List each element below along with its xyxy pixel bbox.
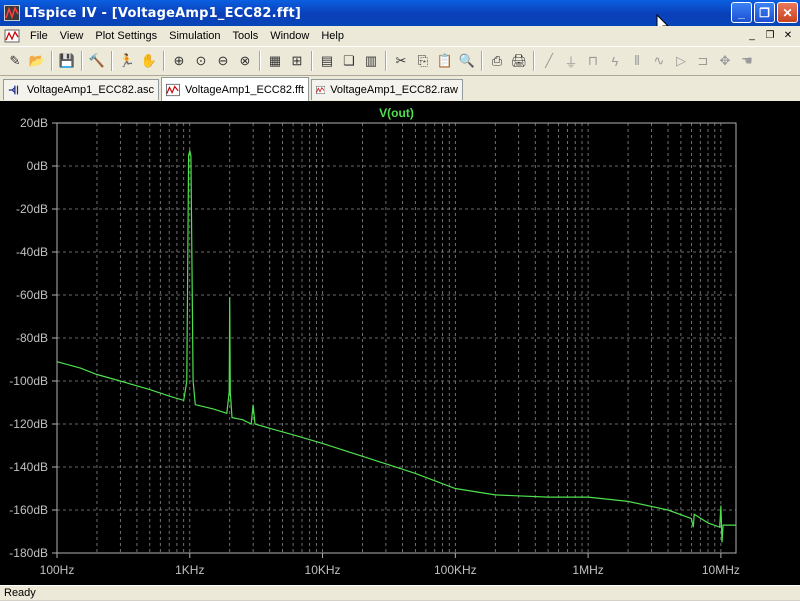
resistor-icon[interactable]: ϟ bbox=[604, 50, 626, 72]
print-icon[interactable]: 🖨 bbox=[508, 50, 530, 72]
halt-icon[interactable]: ✋ bbox=[138, 50, 160, 72]
zoom-cancel-icon[interactable]: ⊗ bbox=[234, 50, 256, 72]
trace-label-v-out[interactable]: V(out) bbox=[379, 106, 414, 120]
tab-label: VoltageAmp1_ECC82.fft bbox=[184, 83, 304, 96]
x-tick-label: 100Hz bbox=[40, 563, 75, 577]
y-tick-label: -80dB bbox=[16, 331, 48, 345]
save-icon[interactable]: 💾 bbox=[56, 50, 78, 72]
tab-fft[interactable]: VoltageAmp1_ECC82.fft bbox=[161, 77, 309, 101]
y-tick-label: -20dB bbox=[16, 202, 48, 216]
status-bar: Ready bbox=[0, 585, 800, 600]
y-tick-label: -160dB bbox=[9, 503, 48, 517]
menu-bar: File View Plot Settings Simulation Tools… bbox=[0, 26, 800, 46]
menu-help[interactable]: Help bbox=[315, 30, 350, 42]
menu-tools[interactable]: Tools bbox=[227, 30, 265, 42]
toolbar-separator bbox=[111, 51, 113, 71]
component-icon[interactable]: ⊐ bbox=[692, 50, 714, 72]
y-tick-label: 0dB bbox=[27, 159, 48, 173]
y-tick-label: -140dB bbox=[9, 460, 48, 474]
toolbar-separator bbox=[385, 51, 387, 71]
move-icon[interactable]: ✥ bbox=[714, 50, 736, 72]
toolbar-separator bbox=[51, 51, 53, 71]
y-tick-label: 20dB bbox=[20, 116, 48, 130]
tab-label: VoltageAmp1_ECC82.asc bbox=[26, 84, 154, 96]
toolbar-separator bbox=[533, 51, 535, 71]
y-tick-label: -180dB bbox=[9, 546, 48, 560]
toolbar-separator bbox=[81, 51, 83, 71]
window-title: LTspice IV - [VoltageAmp1_ECC82.fft] bbox=[24, 5, 302, 21]
ltspice-app-icon[interactable] bbox=[4, 5, 20, 21]
diode-icon[interactable]: ▷ bbox=[670, 50, 692, 72]
mdi-restore-button[interactable]: ❐ bbox=[762, 28, 778, 42]
waveform-plot-pane[interactable]: 20dB 0dB -20dB -40dB -60dB -80dB -100dB -120dB -… bbox=[0, 101, 800, 585]
find-icon[interactable]: 🔍 bbox=[456, 50, 478, 72]
mdi-minimize-button[interactable]: _ bbox=[744, 28, 760, 42]
menu-file[interactable]: File bbox=[24, 30, 54, 42]
trace-v-out bbox=[56, 148, 736, 543]
toolbar: ✎ 📂 💾 🔨 🏃 ✋ ⊕ ⊙ ⊖ ⊗ ▦ ⊞ ▤ ❏ ▥ ✂ ⎘ 📋 🔍 ⎙ … bbox=[0, 46, 800, 76]
tab-schematic[interactable]: VoltageAmp1_ECC82.asc bbox=[3, 79, 159, 100]
control-panel-icon[interactable]: 🔨 bbox=[86, 50, 108, 72]
fft-plot[interactable]: 20dB 0dB -20dB -40dB -60dB -80dB -100dB -120dB -… bbox=[0, 101, 800, 585]
maximize-button[interactable]: ❐ bbox=[754, 2, 775, 23]
run-icon[interactable]: 🏃 bbox=[116, 50, 138, 72]
zoom-out-icon[interactable]: ⊖ bbox=[212, 50, 234, 72]
y-tick-label: -100dB bbox=[9, 374, 48, 388]
title-bar: LTspice IV - [VoltageAmp1_ECC82.fft] _ ❐… bbox=[0, 0, 800, 26]
x-tick-label: 1KHz bbox=[175, 563, 204, 577]
schematic-icon bbox=[8, 85, 19, 95]
minimize-button[interactable]: _ bbox=[731, 2, 752, 23]
menu-simulation[interactable]: Simulation bbox=[163, 30, 226, 42]
tab-raw[interactable]: VoltageAmp1_ECC82.raw bbox=[311, 79, 463, 100]
tile-horizontal-icon[interactable]: ▤ bbox=[316, 50, 338, 72]
status-text: Ready bbox=[4, 587, 36, 599]
y-tick-label: -40dB bbox=[16, 245, 48, 259]
toolbar-separator bbox=[259, 51, 261, 71]
zoom-in-icon[interactable]: ⊕ bbox=[168, 50, 190, 72]
cascade-icon[interactable]: ❏ bbox=[338, 50, 360, 72]
y-tick-label: -120dB bbox=[9, 417, 48, 431]
toolbar-separator bbox=[481, 51, 483, 71]
open-icon[interactable]: 📂 bbox=[26, 50, 48, 72]
menu-plot-settings[interactable]: Plot Settings bbox=[89, 30, 163, 42]
x-tick-label: 1MHz bbox=[572, 563, 603, 577]
document-waveform-icon[interactable] bbox=[4, 28, 20, 44]
x-tick-label: 100KHz bbox=[434, 563, 477, 577]
y-tick-label: -60dB bbox=[16, 288, 48, 302]
tab-label: VoltageAmp1_ECC82.raw bbox=[330, 84, 458, 96]
waveform-icon bbox=[316, 85, 326, 95]
inductor-icon[interactable]: ∿ bbox=[648, 50, 670, 72]
copy-icon[interactable]: ⎘ bbox=[412, 50, 434, 72]
waveform-icon bbox=[166, 83, 180, 96]
document-tabs: VoltageAmp1_ECC82.asc VoltageAmp1_ECC82.… bbox=[0, 76, 800, 101]
menu-view[interactable]: View bbox=[54, 30, 90, 42]
print-preview-icon[interactable]: ⎙ bbox=[486, 50, 508, 72]
cut-icon[interactable]: ✂ bbox=[390, 50, 412, 72]
zoom-fit-icon[interactable]: ⊞ bbox=[286, 50, 308, 72]
toolbar-separator bbox=[311, 51, 313, 71]
paste-icon[interactable]: 📋 bbox=[434, 50, 456, 72]
tile-vertical-icon[interactable]: ▥ bbox=[360, 50, 382, 72]
capacitor-icon[interactable]: ⫴ bbox=[626, 50, 648, 72]
x-tick-label: 10MHz bbox=[702, 563, 740, 577]
ground-icon[interactable]: ⏚ bbox=[560, 50, 582, 72]
toolbar-separator bbox=[163, 51, 165, 71]
drag-icon[interactable]: ☚ bbox=[736, 50, 758, 72]
new-schematic-icon[interactable]: ✎ bbox=[4, 50, 26, 72]
label-net-icon[interactable]: ⊓ bbox=[582, 50, 604, 72]
wire-icon[interactable]: ╱ bbox=[538, 50, 560, 72]
zoom-pan-icon[interactable]: ⊙ bbox=[190, 50, 212, 72]
close-button[interactable]: ✕ bbox=[777, 2, 798, 23]
menu-window[interactable]: Window bbox=[264, 30, 315, 42]
x-tick-label: 10KHz bbox=[305, 563, 341, 577]
autorange-icon[interactable]: ▦ bbox=[264, 50, 286, 72]
mdi-close-button[interactable]: ✕ bbox=[780, 28, 796, 42]
